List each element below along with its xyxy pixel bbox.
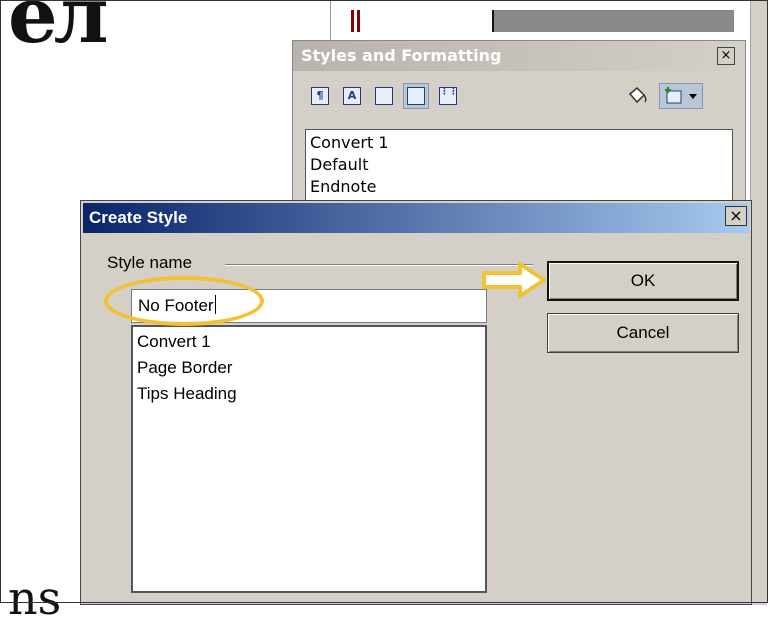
document-mark: [357, 10, 360, 32]
dialog-title[interactable]: Create Style: [83, 203, 749, 233]
page-styles-icon: [407, 87, 425, 105]
document-mark: [351, 10, 354, 32]
list-item[interactable]: Tips Heading: [137, 381, 481, 407]
styles-and-formatting-panel: Styles and Formatting × ¶ A ⋮⋮ Convert 1…: [292, 40, 746, 212]
dialog-close-button[interactable]: ×: [725, 206, 747, 226]
document-heading-fragment: ел: [8, 0, 109, 61]
page-styles-button[interactable]: [403, 83, 429, 109]
document-gray-bar: [492, 10, 734, 32]
scrollbar-strip[interactable]: [750, 0, 767, 605]
new-style-icon: [665, 87, 697, 104]
paragraph-styles-button[interactable]: ¶: [307, 83, 333, 109]
document-body-fragment: ns: [8, 571, 62, 625]
ok-button[interactable]: OK: [547, 261, 739, 301]
panel-close-button[interactable]: ×: [717, 47, 735, 65]
fill-format-button[interactable]: [625, 83, 651, 109]
style-name-label: Style name: [107, 253, 197, 273]
highlight-ellipse: [104, 276, 264, 326]
paragraph-styles-icon: ¶: [311, 87, 329, 105]
frame-styles-button[interactable]: [371, 83, 397, 109]
character-styles-button[interactable]: A: [339, 83, 365, 109]
character-styles-icon: A: [343, 87, 361, 105]
panel-title[interactable]: Styles and Formatting: [293, 41, 745, 71]
list-item[interactable]: Endnote: [310, 176, 728, 198]
list-styles-icon: ⋮⋮: [439, 87, 458, 105]
list-item[interactable]: Convert 1: [137, 329, 481, 355]
new-style-from-selection-button[interactable]: [659, 83, 703, 109]
list-styles-button[interactable]: ⋮⋮: [435, 83, 461, 109]
create-style-dialog: Create Style × Style name No Footer Conv…: [80, 200, 752, 605]
list-item[interactable]: Page Border: [137, 355, 481, 381]
list-item[interactable]: Default: [310, 154, 728, 176]
frame-styles-icon: [375, 87, 393, 105]
paint-bucket-icon: [628, 86, 647, 104]
existing-styles-list[interactable]: Convert 1 Page Border Tips Heading: [131, 325, 487, 593]
styles-list[interactable]: Convert 1 Default Endnote: [305, 129, 733, 207]
cancel-button[interactable]: Cancel: [547, 313, 739, 353]
list-item[interactable]: Convert 1: [310, 132, 728, 154]
highlight-arrow-icon: [482, 262, 546, 298]
